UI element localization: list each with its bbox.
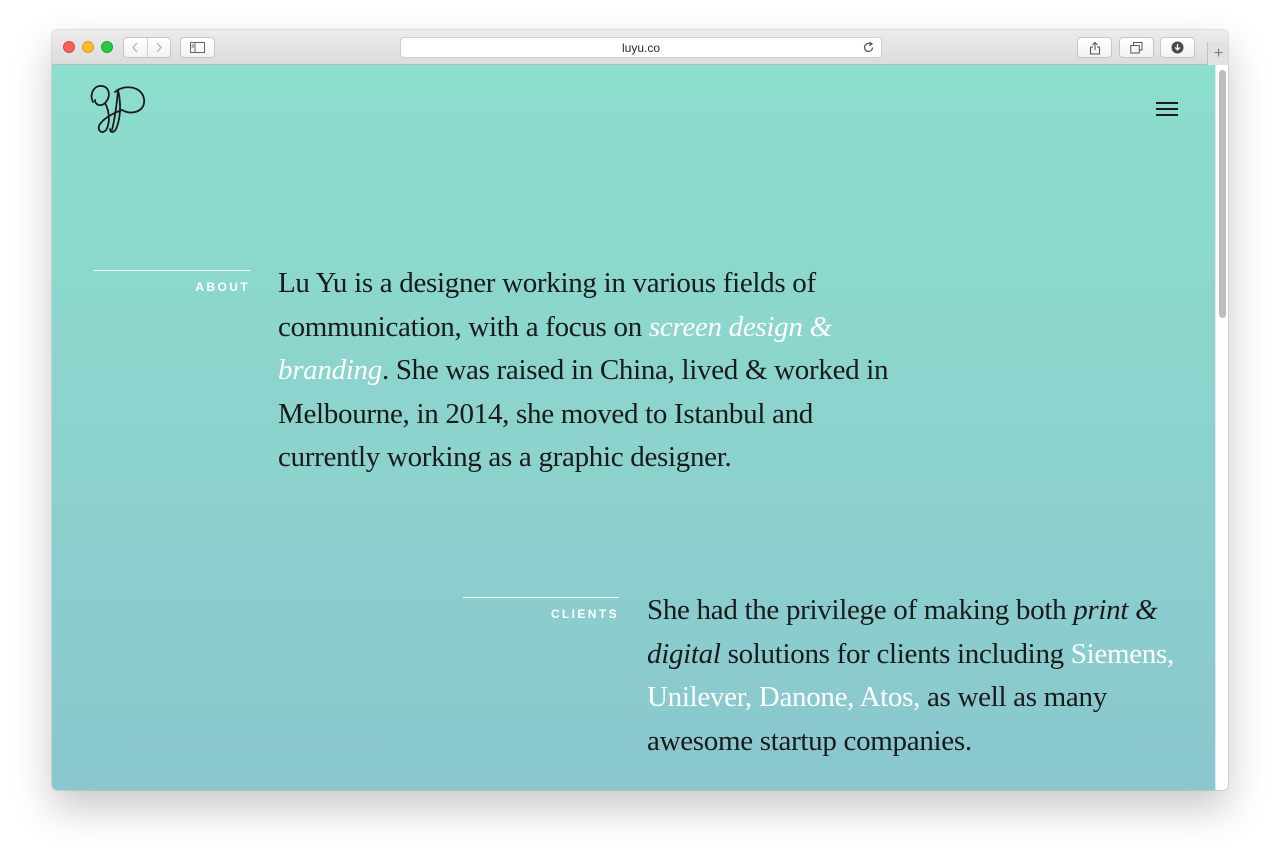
zoom-window-button[interactable]: [101, 41, 113, 53]
forward-button[interactable]: [146, 38, 171, 57]
chevron-left-icon: [132, 42, 138, 53]
new-tab-button[interactable]: +: [1207, 42, 1228, 65]
download-icon: [1171, 41, 1184, 54]
navigation-buttons: [123, 37, 171, 58]
address-bar[interactable]: luyu.co: [400, 37, 882, 58]
share-icon: [1089, 41, 1100, 55]
sidebar-icon: [190, 42, 205, 53]
plus-icon: +: [1213, 44, 1224, 62]
tabs-overview-icon: [1130, 41, 1143, 53]
browser-toolbar: luyu.co: [52, 30, 1228, 65]
chevron-right-icon: [156, 42, 162, 53]
minimize-window-button[interactable]: [82, 41, 94, 53]
clients-divider: [463, 597, 619, 598]
clients-paragraph: She had the privilege of making both pri…: [647, 594, 1174, 757]
page-content: ABOUT Lu Yu is a designer working in var…: [52, 65, 1228, 790]
downloads-button[interactable]: [1160, 37, 1195, 58]
about-label: ABOUT: [195, 280, 250, 294]
about-divider: [94, 270, 250, 271]
show-tabs-button[interactable]: [1119, 37, 1154, 58]
reload-icon[interactable]: [862, 41, 875, 54]
browser-window: luyu.co + ABOUT Lu Yu is a designer work…: [52, 30, 1228, 790]
close-window-button[interactable]: [63, 41, 75, 53]
back-button[interactable]: [124, 38, 147, 57]
scrollbar-thumb[interactable]: [1219, 70, 1226, 318]
sidebar-toggle-button[interactable]: [180, 37, 215, 58]
url-text: luyu.co: [621, 40, 661, 55]
hamburger-menu-icon[interactable]: [1156, 102, 1180, 118]
vertical-scrollbar[interactable]: [1215, 65, 1228, 790]
monogram-logo-icon[interactable]: [88, 82, 146, 134]
about-paragraph: Lu Yu is a designer working in various f…: [278, 267, 889, 473]
clients-label: CLIENTS: [550, 607, 619, 621]
share-button[interactable]: [1077, 37, 1112, 58]
